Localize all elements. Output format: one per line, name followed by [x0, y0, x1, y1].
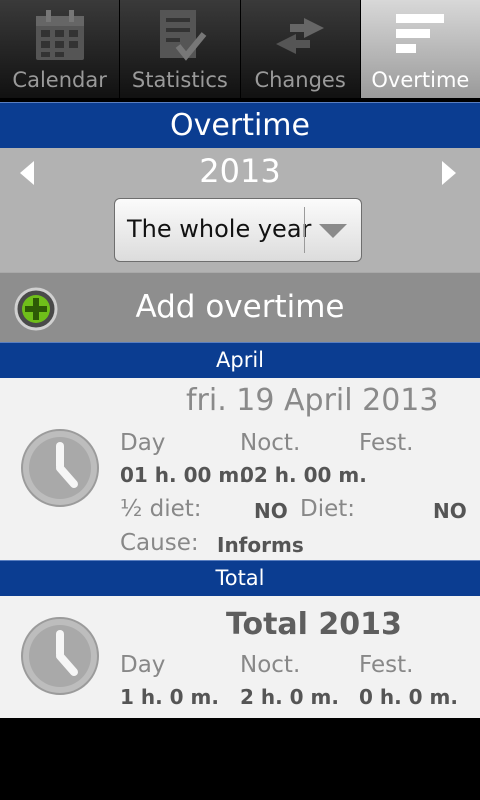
diet-value: NO	[433, 499, 467, 523]
total-noct-value: 2 h. 0 m.	[240, 685, 339, 709]
tab-changes[interactable]: Changes	[240, 0, 361, 98]
cause-label: Cause:	[120, 530, 199, 556]
noct-label: Noct.	[240, 430, 301, 456]
half-diet-label: ½ diet:	[120, 496, 202, 522]
tab-overtime-label: Overtime	[371, 68, 470, 92]
page-title: Overtime	[0, 102, 480, 148]
next-year-arrow-icon[interactable]	[440, 160, 458, 186]
fest-label: Fest.	[359, 430, 414, 456]
total-fest-label: Fest.	[359, 652, 414, 678]
empty-area	[0, 718, 480, 800]
year-label: 2013	[199, 152, 281, 190]
period-selector: 2013 The whole year	[0, 148, 480, 272]
clock-icon	[21, 429, 99, 507]
total-noct-label: Noct.	[240, 652, 301, 678]
tab-statistics-label: Statistics	[131, 68, 228, 92]
overtime-icon	[396, 14, 445, 53]
tab-bar: Calendar Statistics Changes Overtime	[0, 0, 480, 98]
diet-label: Diet:	[300, 496, 356, 522]
changes-icon	[276, 18, 325, 54]
tab-calendar-label: Calendar	[12, 68, 107, 92]
day-value: 01 h. 00 m.	[120, 463, 247, 487]
clock-icon	[21, 617, 99, 695]
total-day-label: Day	[120, 652, 166, 678]
half-diet-value: NO	[254, 499, 288, 523]
calendar-icon	[35, 10, 84, 60]
month-section-header: April	[0, 342, 480, 378]
statistics-icon	[159, 10, 207, 61]
day-label: Day	[120, 430, 166, 456]
noct-value: 02 h. 00 m.	[240, 463, 367, 487]
overtime-entry[interactable]: fri. 19 April 2013 Day Noct. Fest. 01 h.…	[0, 378, 480, 560]
tab-calendar[interactable]: Calendar	[0, 0, 121, 98]
total-summary: Total 2013 Day Noct. Fest. 1 h. 0 m. 2 h…	[0, 596, 480, 718]
tab-changes-label: Changes	[254, 68, 346, 92]
tab-overtime[interactable]: Overtime	[360, 0, 480, 98]
chevron-down-icon	[319, 224, 347, 238]
add-overtime-label: Add overtime	[135, 289, 345, 325]
add-overtime-button[interactable]: Add overtime	[0, 272, 480, 342]
total-day-value: 1 h. 0 m.	[120, 685, 219, 709]
period-dropdown-value: The whole year	[127, 215, 312, 243]
period-dropdown[interactable]: The whole year	[114, 198, 362, 262]
total-section-header: Total	[0, 560, 480, 596]
tab-statistics[interactable]: Statistics	[120, 0, 241, 98]
dropdown-separator	[304, 207, 305, 253]
entry-date: fri. 19 April 2013	[186, 383, 439, 418]
cause-value: Informs	[217, 533, 304, 557]
total-heading: Total 2013	[226, 607, 402, 642]
total-fest-value: 0 h. 0 m.	[359, 685, 458, 709]
